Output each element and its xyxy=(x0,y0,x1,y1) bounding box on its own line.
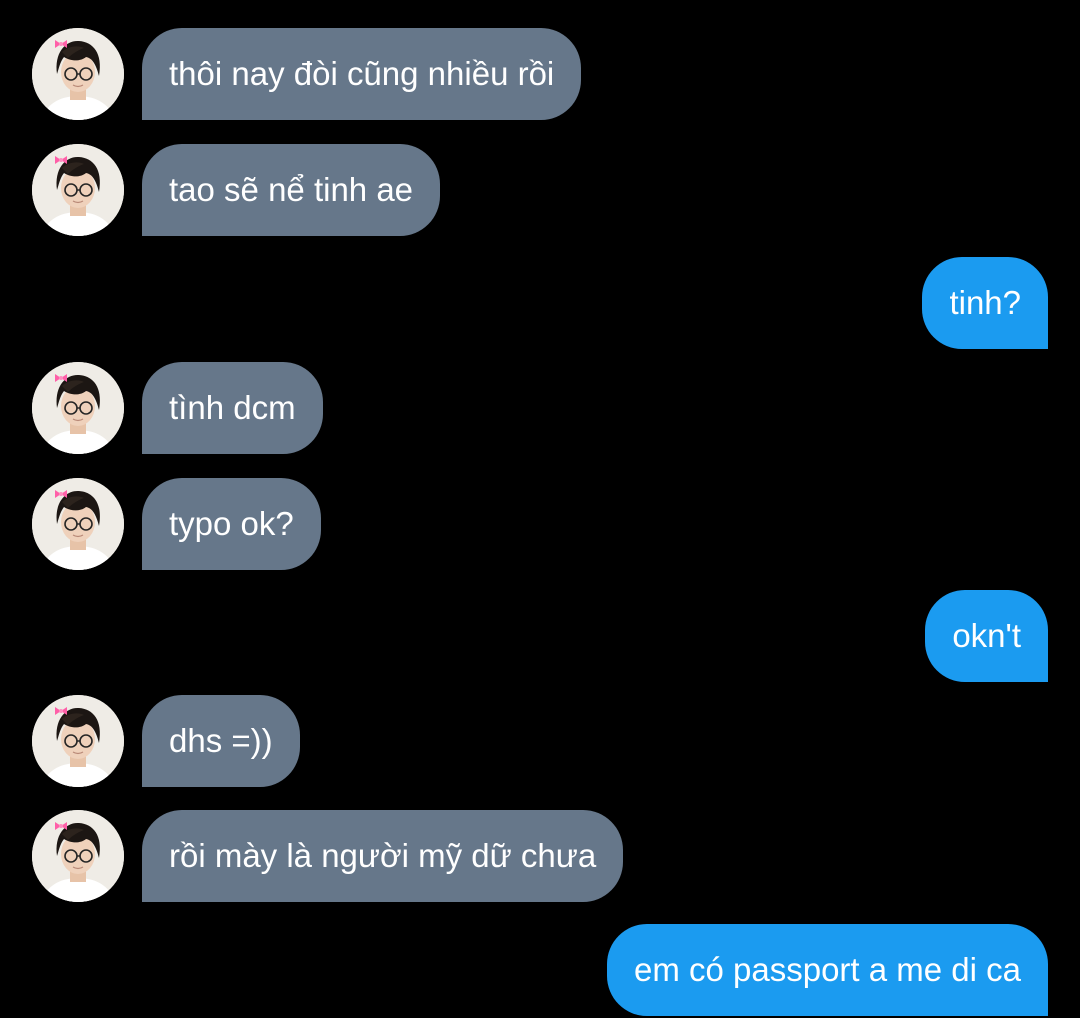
message-row-received: tao sẽ nể tinh ae xyxy=(0,144,1080,236)
avatar[interactable] xyxy=(32,810,124,902)
message-row-sent: tinh? xyxy=(0,257,1080,349)
message-bubble-received[interactable]: tao sẽ nể tinh ae xyxy=(142,144,441,236)
avatar[interactable] xyxy=(32,695,124,787)
chat-thread[interactable]: thôi nay đòi cũng nhiều rồi tao sẽ nể ti… xyxy=(0,0,1080,1018)
message-row-received: rồi mày là người mỹ dữ chưa xyxy=(0,810,1080,902)
message-row-received: thôi nay đòi cũng nhiều rồi xyxy=(0,28,1080,120)
avatar[interactable] xyxy=(32,362,124,454)
message-bubble-received[interactable]: rồi mày là người mỹ dữ chưa xyxy=(142,810,624,902)
message-bubble-received[interactable]: thôi nay đòi cũng nhiều rồi xyxy=(142,28,582,120)
avatar[interactable] xyxy=(32,144,124,236)
message-bubble-sent[interactable]: em có passport a me di ca xyxy=(606,924,1048,1016)
avatar[interactable] xyxy=(32,28,124,120)
message-row-received: typo ok? xyxy=(0,478,1080,570)
message-bubble-received[interactable]: tình dcm xyxy=(142,362,323,454)
message-row-received: dhs =)) xyxy=(0,695,1080,787)
message-bubble-received[interactable]: dhs =)) xyxy=(142,695,300,787)
message-bubble-sent[interactable]: tinh? xyxy=(922,257,1048,349)
message-bubble-received[interactable]: typo ok? xyxy=(142,478,321,570)
message-row-sent: em có passport a me di ca xyxy=(0,924,1080,1016)
message-row-received: tình dcm xyxy=(0,362,1080,454)
avatar[interactable] xyxy=(32,478,124,570)
message-bubble-sent[interactable]: okn't xyxy=(925,590,1048,682)
message-row-sent: okn't xyxy=(0,590,1080,682)
